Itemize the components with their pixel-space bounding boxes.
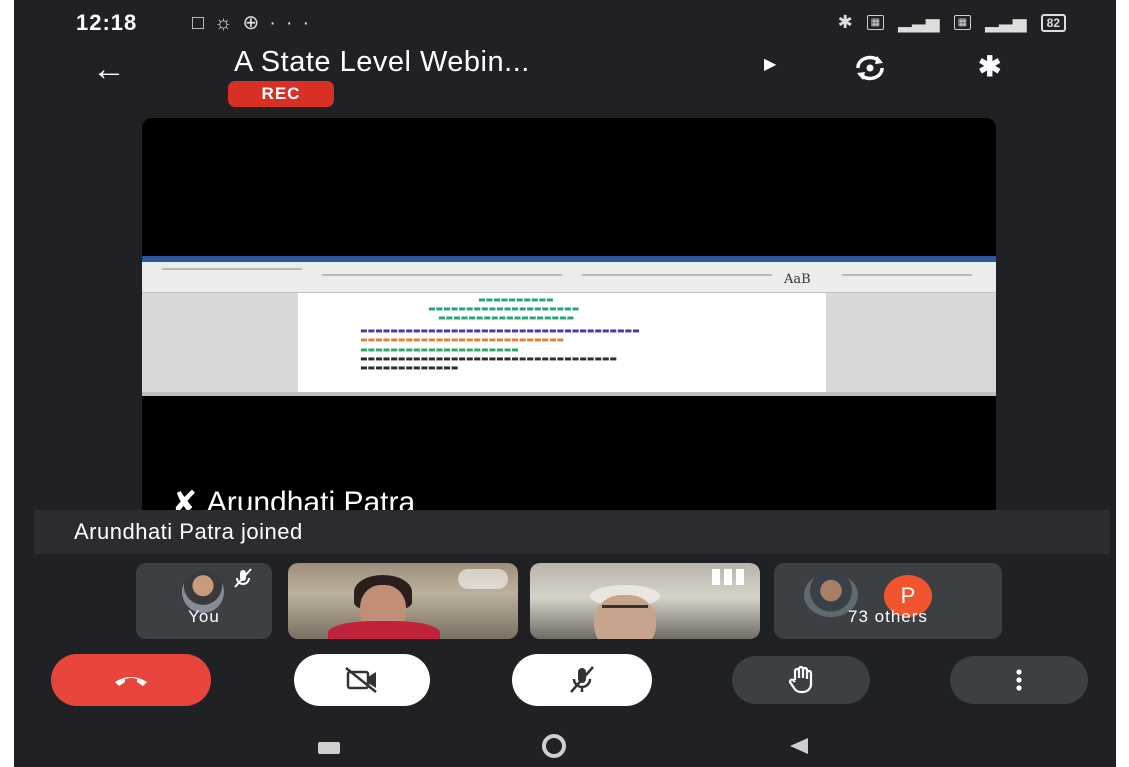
muted-mic-icon: ✘ (172, 486, 198, 510)
speaker-name-overlay: ✘ Arundhati Patra (172, 485, 415, 510)
meet-app: 12:18 □☼⊕··· ✱ ▦ ▂▃▅ ▦ ▂▃▅ 82 ← A State … (14, 0, 1116, 767)
bluetooth-audio-icon[interactable]: ✱ (978, 50, 1001, 83)
presentation-video[interactable]: AaB ▬▬▬▬▬▬▬▬▬▬ ▬▬▬▬▬▬▬▬▬▬▬▬▬▬▬▬▬▬▬▬ ▬▬▬▬… (142, 118, 996, 510)
self-label: You (188, 607, 220, 626)
camera-toggle-button[interactable] (294, 654, 430, 706)
sim1-icon: ▦ (866, 15, 885, 30)
app-notification-icon: ⊕ (242, 12, 270, 34)
back-arrow-icon[interactable]: ← (92, 50, 126, 89)
self-muted-mic-icon (234, 568, 252, 588)
doc-line-2: ▬▬▬▬▬▬▬▬▬▬▬▬▬▬▬▬▬▬▬▬ (428, 304, 580, 313)
home-icon[interactable] (542, 734, 566, 758)
system-navigation-bar (14, 718, 1116, 767)
audio-level-icon (712, 569, 744, 585)
join-message: Arundhati Patra joined (74, 519, 303, 544)
doc-line-6: ▬▬▬▬▬▬▬▬▬▬▬▬▬▬▬▬▬▬▬▬▬ (360, 345, 519, 354)
recording-badge: REC (228, 81, 334, 107)
camera-off-icon (345, 667, 377, 693)
others-tile[interactable]: P 73 others (774, 563, 1002, 639)
others-count: 73 others (848, 607, 928, 626)
recent-apps-icon[interactable] (318, 742, 340, 754)
end-call-button[interactable] (51, 654, 211, 706)
signal2-icon: ▂▃▅ (985, 12, 1027, 32)
ribbon-tools (322, 274, 562, 276)
switch-camera-icon[interactable] (850, 50, 890, 86)
ribbon-style-sample: AaB (784, 272, 811, 287)
doc-line-1: ▬▬▬▬▬▬▬▬▬▬ (478, 295, 554, 304)
bluetooth-status-icon: ✱ (837, 12, 853, 32)
more-vert-icon (1016, 669, 1022, 691)
join-notification: Arundhati Patra joined (34, 510, 1110, 554)
participant-1-shirt (328, 621, 440, 639)
battery-icon: 82 (1040, 13, 1066, 32)
ribbon-styles (582, 274, 772, 276)
doc-line-4: ▬▬▬▬▬▬▬▬▬▬▬▬▬▬▬▬▬▬▬▬▬▬▬▬▬▬▬▬▬▬▬▬▬▬▬▬▬ (360, 326, 640, 335)
self-tile[interactable]: You (136, 563, 272, 639)
nav-back-icon[interactable] (790, 738, 808, 754)
ribbon-editing (842, 274, 972, 276)
meeting-header: ← A State Level Webin... ▶ ✱ REC (14, 44, 1116, 107)
status-time: 12:18 (76, 10, 138, 35)
document-page: ▬▬▬▬▬▬▬▬▬▬ ▬▬▬▬▬▬▬▬▬▬▬▬▬▬▬▬▬▬▬▬ ▬▬▬▬▬▬▬▬… (298, 293, 826, 393)
status-bar: 12:18 □☼⊕··· ✱ ▦ ▂▃▅ ▦ ▂▃▅ 82 (14, 0, 1116, 44)
participant-video-tile-1[interactable] (288, 563, 518, 639)
doc-line-5: ▬▬▬▬▬▬▬▬▬▬▬▬▬▬▬▬▬▬▬▬▬▬▬▬▬▬▬ (360, 335, 565, 344)
more-options-button[interactable] (950, 656, 1088, 704)
title-chevron-icon[interactable]: ▶ (764, 54, 776, 74)
signal-icon: ▂▃▅ (898, 12, 940, 32)
mic-off-icon (570, 666, 594, 693)
shared-screen-document: AaB ▬▬▬▬▬▬▬▬▬▬ ▬▬▬▬▬▬▬▬▬▬▬▬▬▬▬▬▬▬▬▬ ▬▬▬▬… (142, 256, 996, 396)
system-icons: ✱ ▦ ▂▃▅ ▦ ▂▃▅ 82 (838, 12, 1066, 33)
meeting-title[interactable]: A State Level Webin... (234, 46, 530, 79)
word-ribbon: AaB (142, 262, 996, 293)
doc-line-7: ▬▬▬▬▬▬▬▬▬▬▬▬▬▬▬▬▬▬▬▬▬▬▬▬▬▬▬▬▬▬▬▬▬▬ (360, 354, 617, 363)
mic-toggle-button[interactable] (512, 654, 652, 706)
participant-video-tile-2[interactable] (530, 563, 760, 639)
sim2-icon: ▦ (953, 15, 972, 30)
more-notifications-icon: ··· (269, 12, 320, 34)
raise-hand-button[interactable] (732, 656, 870, 704)
hang-up-icon (115, 677, 147, 686)
speaking-indicator-icon (458, 569, 508, 589)
participant-2-glasses (602, 605, 648, 618)
sync-icon: ☼ (214, 12, 243, 34)
ribbon-tabs (162, 268, 302, 270)
notification-icons: □☼⊕··· (192, 10, 319, 35)
hand-icon (788, 665, 813, 694)
speaker-name: Arundhati Patra (206, 486, 416, 510)
doc-line-3: ▬▬▬▬▬▬▬▬▬▬▬▬▬▬▬▬▬▬ (438, 313, 575, 322)
doc-line-8: ▬▬▬▬▬▬▬▬▬▬▬▬▬ (360, 363, 459, 372)
video-notification-icon: □ (192, 12, 215, 34)
word-statusbar (142, 392, 996, 396)
